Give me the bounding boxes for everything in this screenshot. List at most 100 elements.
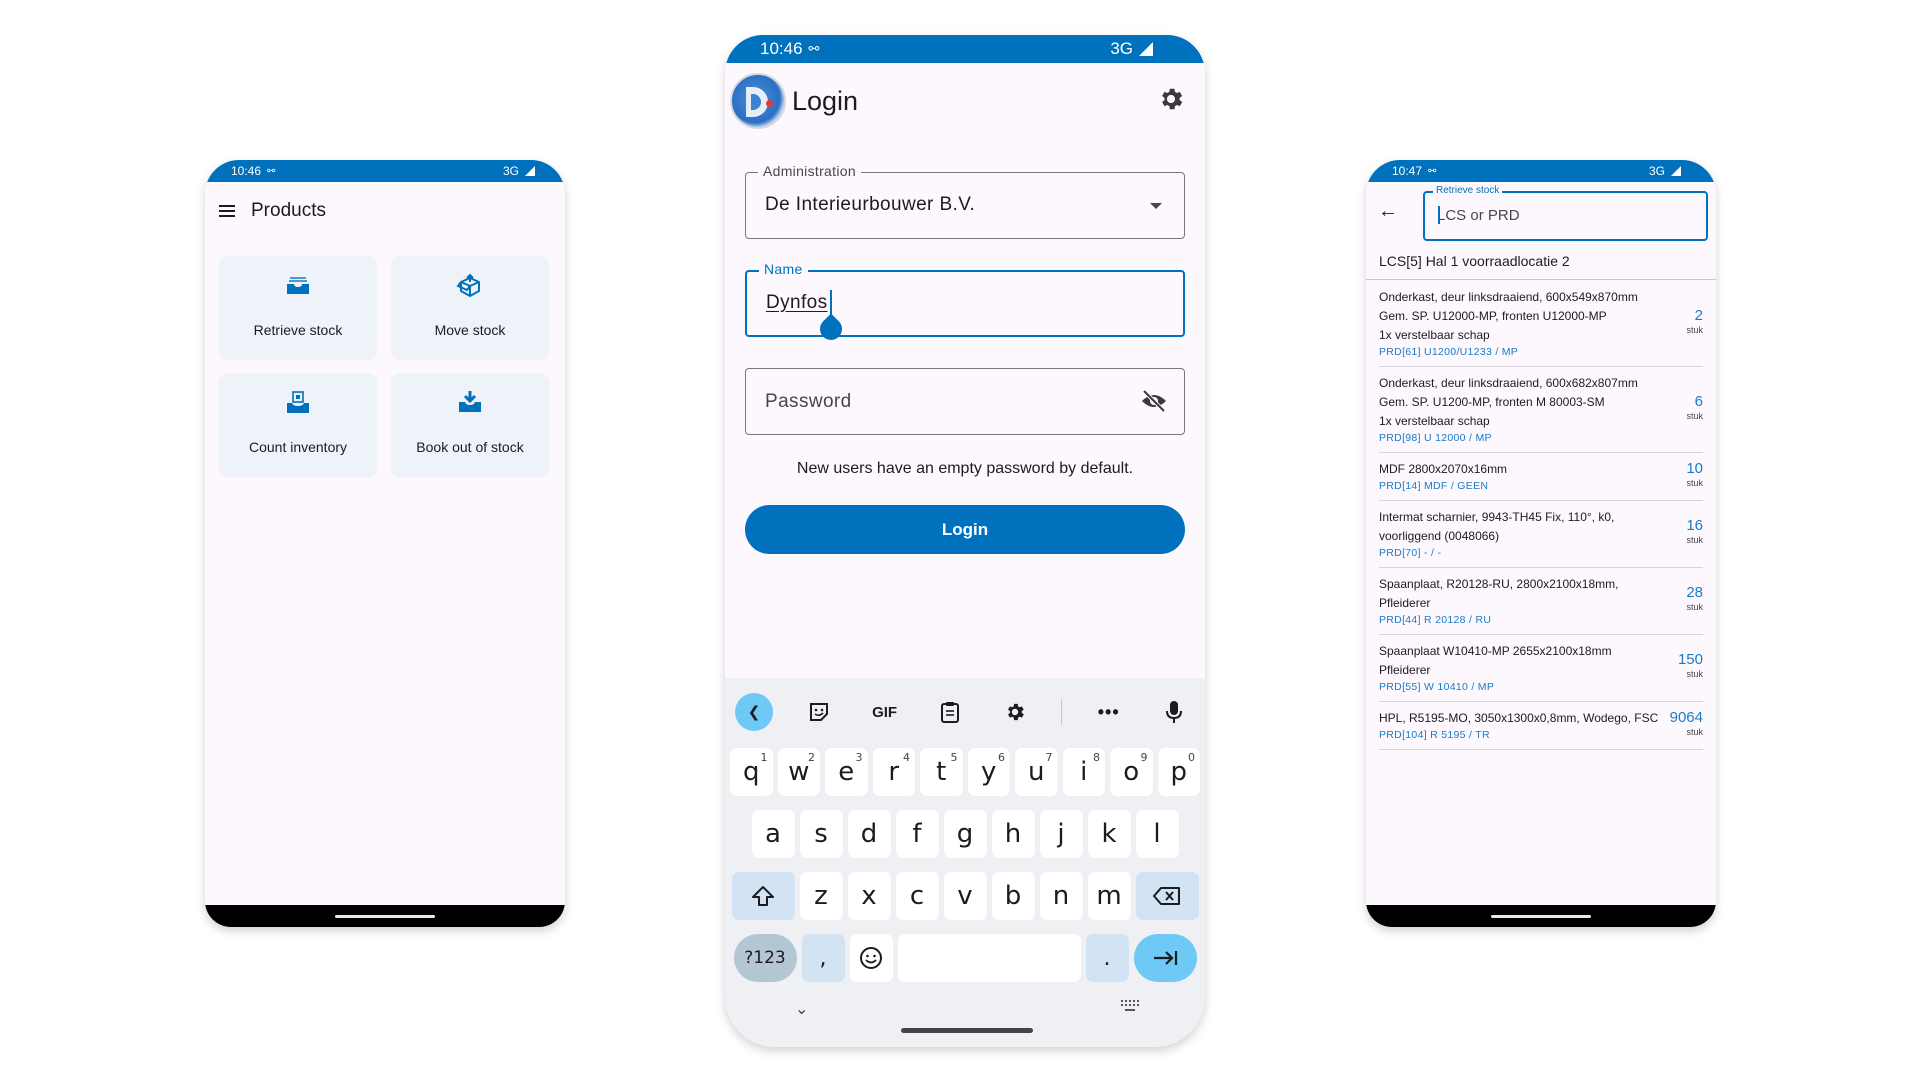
key-o[interactable]: o9 (1110, 748, 1153, 796)
key-f[interactable]: f (895, 810, 939, 858)
key-g[interactable]: g (943, 810, 987, 858)
status-bar: 10:46 ⚯ 3G (205, 160, 565, 182)
key-c[interactable]: c (895, 872, 939, 920)
keyboard-switch-icon[interactable] (1120, 999, 1140, 1018)
status-time: 10:47 (1392, 164, 1423, 178)
key-m[interactable]: m (1087, 872, 1131, 920)
key-r[interactable]: r4 (872, 748, 915, 796)
symbols-key[interactable]: ?123 (733, 934, 797, 982)
name-input[interactable]: Name Dynfos (745, 261, 1185, 345)
product-description: 1x verstelbaar schap (1379, 328, 1490, 342)
key-letter: o (1123, 757, 1140, 787)
period-key[interactable]: . (1085, 934, 1129, 982)
key-b[interactable]: b (991, 872, 1035, 920)
quantity-value: 28 (1686, 584, 1703, 602)
key-j[interactable]: j (1039, 810, 1083, 858)
cursor-handle[interactable] (815, 313, 847, 345)
key-i[interactable]: i8 (1062, 748, 1105, 796)
quantity-value: 6 (1694, 392, 1703, 410)
phone-login-screen: 10:46 ⚯ 3G Login Administration De Inter… (725, 35, 1205, 1047)
search-input[interactable] (1437, 207, 1697, 224)
settings-gear-icon[interactable] (1157, 85, 1185, 118)
key-letter: u (1028, 757, 1045, 787)
key-s[interactable]: s (799, 810, 843, 858)
back-arrow-icon[interactable]: ← (1378, 200, 1398, 223)
signal-icon (1671, 166, 1681, 176)
key-hint-number: 9 (1140, 751, 1148, 764)
gif-button[interactable]: GIF (866, 693, 904, 731)
home-handle[interactable] (901, 1028, 1033, 1033)
login-button[interactable]: Login (745, 505, 1185, 554)
stock-list-item[interactable]: Onderkast, deur linksdraaiend, 600x549x8… (1379, 281, 1703, 367)
key-letter: r (888, 757, 900, 787)
key-v[interactable]: v (943, 872, 987, 920)
retrieve-stock-search[interactable]: Retrieve stock (1423, 185, 1708, 241)
book-out-of-stock-tile[interactable]: Book out of stock (391, 373, 549, 476)
key-a[interactable]: a (751, 810, 795, 858)
key-t[interactable]: t5 (920, 748, 963, 796)
toolbar-divider (1061, 699, 1063, 725)
clipboard-icon[interactable] (931, 693, 969, 731)
home-handle[interactable] (1491, 915, 1591, 918)
key-hint-number: 8 (1093, 751, 1100, 764)
key-x[interactable]: x (847, 872, 891, 920)
stock-list-item[interactable]: Onderkast, deur linksdraaiend, 600x682x8… (1379, 367, 1703, 453)
move-stock-tile[interactable]: Move stock (391, 256, 549, 359)
key-z[interactable]: z (799, 872, 843, 920)
emoji-key[interactable] (849, 934, 893, 982)
space-key[interactable] (897, 934, 1081, 982)
password-hint: New users have an empty password by defa… (796, 460, 1134, 477)
key-p[interactable]: p0 (1157, 748, 1200, 796)
key-h[interactable]: h (991, 810, 1035, 858)
stock-list: Onderkast, deur linksdraaiend, 600x549x8… (1379, 281, 1703, 750)
next-field-key[interactable] (1133, 934, 1197, 982)
usb-debug-icon: ⚯ (808, 41, 820, 56)
menu-icon[interactable] (219, 205, 235, 217)
phone-products-screen: 10:46 ⚯ 3G Products Retrieve stock Move … (205, 160, 565, 927)
home-handle[interactable] (335, 915, 435, 918)
key-d[interactable]: d (847, 810, 891, 858)
navigation-bar (1366, 905, 1716, 927)
key-l[interactable]: l (1135, 810, 1179, 858)
backspace-key[interactable] (1135, 872, 1199, 920)
product-description: Onderkast, deur linksdraaiend, 600x682x8… (1379, 376, 1638, 390)
visibility-off-icon[interactable] (1140, 389, 1168, 418)
password-input[interactable]: Password (745, 368, 1185, 435)
key-y[interactable]: y6 (967, 748, 1010, 796)
on-screen-keyboard: ❮ GIF ••• q1w2e3r4t5y6u7i8o9p0 asdfghjkl (725, 678, 1205, 1047)
key-hint-number: 2 (808, 751, 815, 764)
count-inventory-tile[interactable]: Count inventory (219, 373, 377, 476)
key-k[interactable]: k (1087, 810, 1131, 858)
product-description: Onderkast, deur linksdraaiend, 600x549x8… (1379, 290, 1638, 304)
key-u[interactable]: u7 (1015, 748, 1058, 796)
stock-list-item[interactable]: Intermat scharnier, 9943-TH45 Fix, 110°,… (1379, 501, 1703, 568)
key-letter: i (1080, 757, 1088, 787)
administration-dropdown[interactable]: Administration De Interieurbouwer B.V. (745, 163, 1185, 239)
stock-list-item[interactable]: MDF 2800x2070x16mm PRD[14] MDF / GEEN 10st… (1379, 453, 1703, 501)
keyboard-settings-icon[interactable] (996, 693, 1034, 731)
comma-key[interactable]: , (801, 934, 845, 982)
product-description: Pfleiderer (1379, 663, 1431, 677)
hide-keyboard-icon[interactable]: ⌄ (795, 999, 808, 1019)
more-options-icon[interactable]: ••• (1090, 693, 1128, 731)
product-description: MDF 2800x2070x16mm (1379, 462, 1508, 476)
shift-key[interactable] (731, 872, 795, 920)
chevron-left-icon[interactable]: ❮ (735, 693, 773, 731)
keyboard-row-1: q1w2e3r4t5y6u7i8o9p0 (730, 748, 1200, 796)
key-q[interactable]: q1 (730, 748, 773, 796)
stock-list-item[interactable]: Spaanplaat, R20128-RU, 2800x2100x18mm, Pf… (1379, 568, 1703, 635)
key-hint-number: 5 (950, 751, 958, 764)
product-description: HPL, R5195-MO, 3050x1300x0,8mm, Wodego, … (1379, 711, 1659, 725)
retrieve-stock-tile[interactable]: Retrieve stock (219, 256, 377, 359)
key-letter: y (981, 757, 997, 787)
stock-list-item[interactable]: HPL, R5195-MO, 3050x1300x0,8mm, Wodego, … (1379, 702, 1703, 750)
dropdown-arrow-icon (1150, 203, 1162, 209)
status-time: 10:46 (760, 39, 803, 58)
sticker-icon[interactable] (800, 693, 838, 731)
microphone-icon[interactable] (1155, 693, 1193, 731)
key-n[interactable]: n (1039, 872, 1083, 920)
key-w[interactable]: w2 (777, 748, 820, 796)
key-e[interactable]: e3 (825, 748, 868, 796)
stock-list-item[interactable]: Spaanplaat W10410-MP 2655x2100x18mm Pflei… (1379, 635, 1703, 702)
key-letter: e (838, 757, 855, 787)
